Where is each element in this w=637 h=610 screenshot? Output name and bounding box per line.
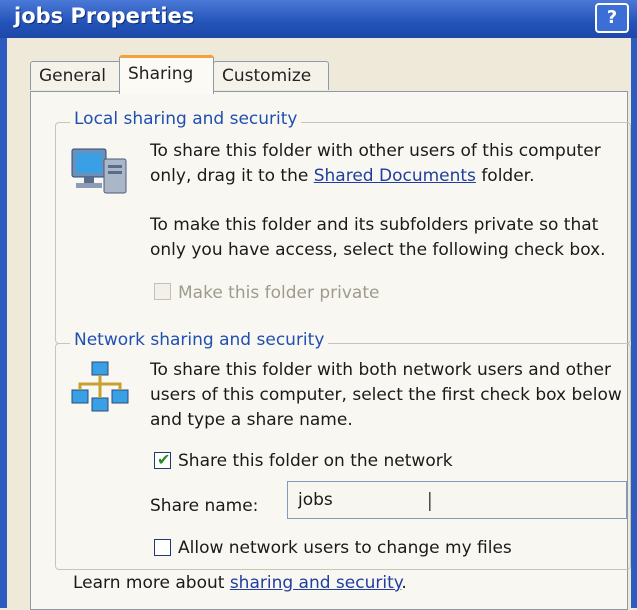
- sharing-security-link[interactable]: sharing and security: [230, 573, 402, 593]
- network-line-2: users of this computer, select the first…: [150, 385, 622, 405]
- share-folder-checkbox[interactable]: ✔: [154, 450, 171, 469]
- checkmark-icon: ✔: [157, 450, 171, 469]
- tab-sharing[interactable]: Sharing: [119, 55, 214, 94]
- local-sharing-group: Local sharing and security To share this…: [55, 109, 631, 344]
- window-frame-left: [0, 38, 7, 608]
- title-bar: jobs Properties ?: [0, 0, 637, 38]
- text-cursor-icon: I: [426, 488, 434, 518]
- allow-change-checkbox[interactable]: [154, 539, 171, 556]
- local-line-2: only, drag it to the Shared Documents fo…: [150, 164, 535, 189]
- local-line-1: To share this folder with other users of…: [150, 141, 601, 161]
- allow-change-label: Allow network users to change my files: [178, 538, 512, 558]
- shared-documents-link[interactable]: Shared Documents: [314, 166, 476, 186]
- network-sharing-legend: Network sharing and security: [70, 330, 329, 350]
- learn-more-text: Learn more about sharing and security.: [73, 571, 407, 596]
- local-line-2-prefix: only, drag it to the: [150, 166, 314, 186]
- network-sharing-group: Network sharing and security To share th…: [55, 330, 631, 570]
- network-icon: [70, 360, 130, 420]
- tab-general[interactable]: General: [30, 61, 128, 90]
- computer-icon: [70, 143, 130, 203]
- window-frame-right: [631, 38, 637, 608]
- learn-more-prefix: Learn more about: [73, 573, 230, 593]
- make-private-label: Make this folder private: [178, 283, 380, 303]
- local-line-4: only you have access, select the followi…: [150, 240, 606, 260]
- local-line-3: To make this folder and its subfolders p…: [150, 215, 599, 235]
- share-folder-label: Share this folder on the network: [178, 451, 453, 471]
- learn-more-suffix: .: [401, 573, 407, 593]
- make-private-checkbox[interactable]: [154, 283, 171, 300]
- local-line-2-suffix: folder.: [475, 166, 535, 186]
- local-sharing-legend: Local sharing and security: [70, 109, 302, 129]
- share-name-input[interactable]: [287, 481, 627, 519]
- window-title: jobs Properties: [14, 4, 195, 28]
- share-name-label: Share name:: [150, 496, 259, 516]
- help-button[interactable]: ?: [595, 3, 629, 33]
- tab-customize[interactable]: Customize: [213, 61, 329, 90]
- network-line-3: and type a share name.: [150, 410, 353, 430]
- sharing-panel: Local sharing and security To share this…: [30, 91, 631, 610]
- network-line-1: To share this folder with both network u…: [150, 360, 611, 380]
